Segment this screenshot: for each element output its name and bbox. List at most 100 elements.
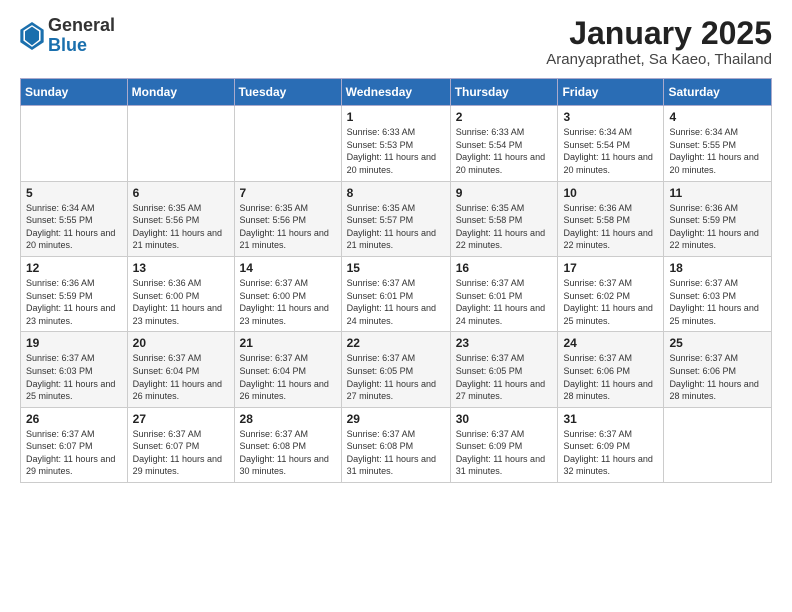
weekday-header: Sunday: [21, 79, 128, 106]
calendar-cell: 4Sunrise: 6:34 AM Sunset: 5:55 PM Daylig…: [664, 106, 772, 181]
day-info: Sunrise: 6:37 AM Sunset: 6:02 PM Dayligh…: [563, 277, 658, 327]
calendar-cell: 2Sunrise: 6:33 AM Sunset: 5:54 PM Daylig…: [450, 106, 558, 181]
calendar-cell: 11Sunrise: 6:36 AM Sunset: 5:59 PM Dayli…: [664, 181, 772, 256]
title-block: January 2025 Aranyaprathet, Sa Kaeo, Tha…: [546, 16, 772, 68]
calendar-week-row: 5 Sunrise: 6:34 AM Sunset: 5:55 PM Daylig…: [21, 181, 772, 256]
day-number: 3: [563, 110, 658, 124]
day-info: Sunrise: 6:37 AM Sunset: 6:01 PM Dayligh…: [347, 277, 445, 327]
calendar-week-row: 19Sunrise: 6:37 AM Sunset: 6:03 PM Dayli…: [21, 332, 772, 407]
calendar-cell: 9 Sunrise: 6:35 AM Sunset: 5:58 PM Daylig…: [450, 181, 558, 256]
day-info: Sunrise: 6:37 AM Sunset: 6:00 PM Dayligh…: [240, 277, 336, 327]
calendar-cell: 23 Sunrise: 6:37 AM Sunset: 6:05 PM Dayli…: [450, 332, 558, 407]
calendar-week-row: 26 Sunrise: 6:37 AM Sunset: 6:07 PM Dayli…: [21, 407, 772, 482]
day-info: Sunrise: 6:37 AM Sunset: 6:06 PM Dayligh…: [669, 352, 766, 402]
calendar-cell: 17 Sunrise: 6:37 AM Sunset: 6:02 PM Dayli…: [558, 256, 664, 331]
day-info: Sunrise: 6:37 AM Sunset: 6:04 PM Dayligh…: [133, 352, 229, 402]
calendar-cell: [21, 106, 128, 181]
calendar-cell: 24 Sunrise: 6:37 AM Sunset: 6:06 PM Dayli…: [558, 332, 664, 407]
logo-icon: [20, 22, 44, 50]
calendar-cell: 26 Sunrise: 6:37 AM Sunset: 6:07 PM Dayli…: [21, 407, 128, 482]
weekday-header: Wednesday: [341, 79, 450, 106]
day-number: 24: [563, 336, 658, 350]
calendar-cell: [664, 407, 772, 482]
day-info: Sunrise: 6:37 AM Sunset: 6:05 PM Dayligh…: [456, 352, 553, 402]
weekday-header: Monday: [127, 79, 234, 106]
calendar-cell: 10Sunrise: 6:36 AM Sunset: 5:58 PM Dayli…: [558, 181, 664, 256]
day-number: 14: [240, 261, 336, 275]
day-number: 13: [133, 261, 229, 275]
day-info: Sunrise: 6:37 AM Sunset: 6:04 PM Dayligh…: [240, 352, 336, 402]
day-number: 19: [26, 336, 122, 350]
page-header: General Blue January 2025 Aranyaprathet,…: [20, 16, 772, 68]
day-number: 6: [133, 186, 229, 200]
calendar-week-row: 12 Sunrise: 6:36 AM Sunset: 5:59 PM Dayli…: [21, 256, 772, 331]
calendar-cell: 27 Sunrise: 6:37 AM Sunset: 6:07 PM Dayli…: [127, 407, 234, 482]
calendar-cell: 7 Sunrise: 6:35 AM Sunset: 5:56 PM Daylig…: [234, 181, 341, 256]
day-info: Sunrise: 6:35 AM Sunset: 5:57 PM Dayligh…: [347, 202, 445, 252]
calendar-cell: 1 Sunrise: 6:33 AM Sunset: 5:53 PM Daylig…: [341, 106, 450, 181]
logo: General Blue: [20, 16, 115, 56]
day-info: Sunrise: 6:34 AM Sunset: 5:55 PM Dayligh…: [26, 202, 122, 252]
day-number: 18: [669, 261, 766, 275]
day-number: 17: [563, 261, 658, 275]
calendar-cell: 28 Sunrise: 6:37 AM Sunset: 6:08 PM Dayli…: [234, 407, 341, 482]
page-subtitle: Aranyaprathet, Sa Kaeo, Thailand: [546, 51, 772, 68]
weekday-header: Thursday: [450, 79, 558, 106]
day-info: Sunrise: 6:37 AM Sunset: 6:07 PM Dayligh…: [26, 428, 122, 478]
calendar-cell: 15Sunrise: 6:37 AM Sunset: 6:01 PM Dayli…: [341, 256, 450, 331]
day-number: 27: [133, 412, 229, 426]
day-number: 9: [456, 186, 553, 200]
day-number: 28: [240, 412, 336, 426]
calendar-table: SundayMondayTuesdayWednesdayThursdayFrid…: [20, 78, 772, 483]
day-number: 21: [240, 336, 336, 350]
day-number: 1: [347, 110, 445, 124]
day-info: Sunrise: 6:37 AM Sunset: 6:08 PM Dayligh…: [240, 428, 336, 478]
day-info: Sunrise: 6:36 AM Sunset: 5:58 PM Dayligh…: [563, 202, 658, 252]
calendar-cell: 31 Sunrise: 6:37 AM Sunset: 6:09 PM Dayli…: [558, 407, 664, 482]
day-info: Sunrise: 6:36 AM Sunset: 5:59 PM Dayligh…: [26, 277, 122, 327]
day-info: Sunrise: 6:37 AM Sunset: 6:05 PM Dayligh…: [347, 352, 445, 402]
calendar-cell: 30 Sunrise: 6:37 AM Sunset: 6:09 PM Dayli…: [450, 407, 558, 482]
calendar-cell: 19Sunrise: 6:37 AM Sunset: 6:03 PM Dayli…: [21, 332, 128, 407]
calendar-cell: 13 Sunrise: 6:36 AM Sunset: 6:00 PM Dayli…: [127, 256, 234, 331]
calendar-cell: 16Sunrise: 6:37 AM Sunset: 6:01 PM Dayli…: [450, 256, 558, 331]
calendar-cell: 20Sunrise: 6:37 AM Sunset: 6:04 PM Dayli…: [127, 332, 234, 407]
day-info: Sunrise: 6:35 AM Sunset: 5:56 PM Dayligh…: [240, 202, 336, 252]
logo-text: General Blue: [48, 16, 115, 56]
day-info: Sunrise: 6:35 AM Sunset: 5:58 PM Dayligh…: [456, 202, 553, 252]
day-info: Sunrise: 6:35 AM Sunset: 5:56 PM Dayligh…: [133, 202, 229, 252]
day-number: 23: [456, 336, 553, 350]
calendar-cell: 6 Sunrise: 6:35 AM Sunset: 5:56 PM Daylig…: [127, 181, 234, 256]
weekday-header-row: SundayMondayTuesdayWednesdayThursdayFrid…: [21, 79, 772, 106]
day-number: 5: [26, 186, 122, 200]
calendar-cell: [127, 106, 234, 181]
day-number: 4: [669, 110, 766, 124]
day-number: 7: [240, 186, 336, 200]
weekday-header: Friday: [558, 79, 664, 106]
day-info: Sunrise: 6:37 AM Sunset: 6:08 PM Dayligh…: [347, 428, 445, 478]
day-info: Sunrise: 6:37 AM Sunset: 6:06 PM Dayligh…: [563, 352, 658, 402]
calendar-cell: 14 Sunrise: 6:37 AM Sunset: 6:00 PM Dayli…: [234, 256, 341, 331]
calendar-cell: 21 Sunrise: 6:37 AM Sunset: 6:04 PM Dayli…: [234, 332, 341, 407]
day-number: 30: [456, 412, 553, 426]
day-number: 8: [347, 186, 445, 200]
day-info: Sunrise: 6:33 AM Sunset: 5:53 PM Dayligh…: [347, 126, 445, 176]
day-number: 26: [26, 412, 122, 426]
calendar-cell: 3Sunrise: 6:34 AM Sunset: 5:54 PM Daylig…: [558, 106, 664, 181]
day-number: 31: [563, 412, 658, 426]
day-info: Sunrise: 6:36 AM Sunset: 6:00 PM Dayligh…: [133, 277, 229, 327]
day-number: 25: [669, 336, 766, 350]
day-number: 22: [347, 336, 445, 350]
day-info: Sunrise: 6:37 AM Sunset: 6:03 PM Dayligh…: [669, 277, 766, 327]
day-number: 16: [456, 261, 553, 275]
day-info: Sunrise: 6:37 AM Sunset: 6:07 PM Dayligh…: [133, 428, 229, 478]
day-info: Sunrise: 6:37 AM Sunset: 6:09 PM Dayligh…: [456, 428, 553, 478]
calendar-cell: 18 Sunrise: 6:37 AM Sunset: 6:03 PM Dayli…: [664, 256, 772, 331]
calendar-cell: 5 Sunrise: 6:34 AM Sunset: 5:55 PM Daylig…: [21, 181, 128, 256]
calendar-cell: 25 Sunrise: 6:37 AM Sunset: 6:06 PM Dayli…: [664, 332, 772, 407]
page-title: January 2025: [546, 16, 772, 51]
day-info: Sunrise: 6:33 AM Sunset: 5:54 PM Dayligh…: [456, 126, 553, 176]
day-info: Sunrise: 6:37 AM Sunset: 6:09 PM Dayligh…: [563, 428, 658, 478]
day-number: 29: [347, 412, 445, 426]
day-number: 12: [26, 261, 122, 275]
